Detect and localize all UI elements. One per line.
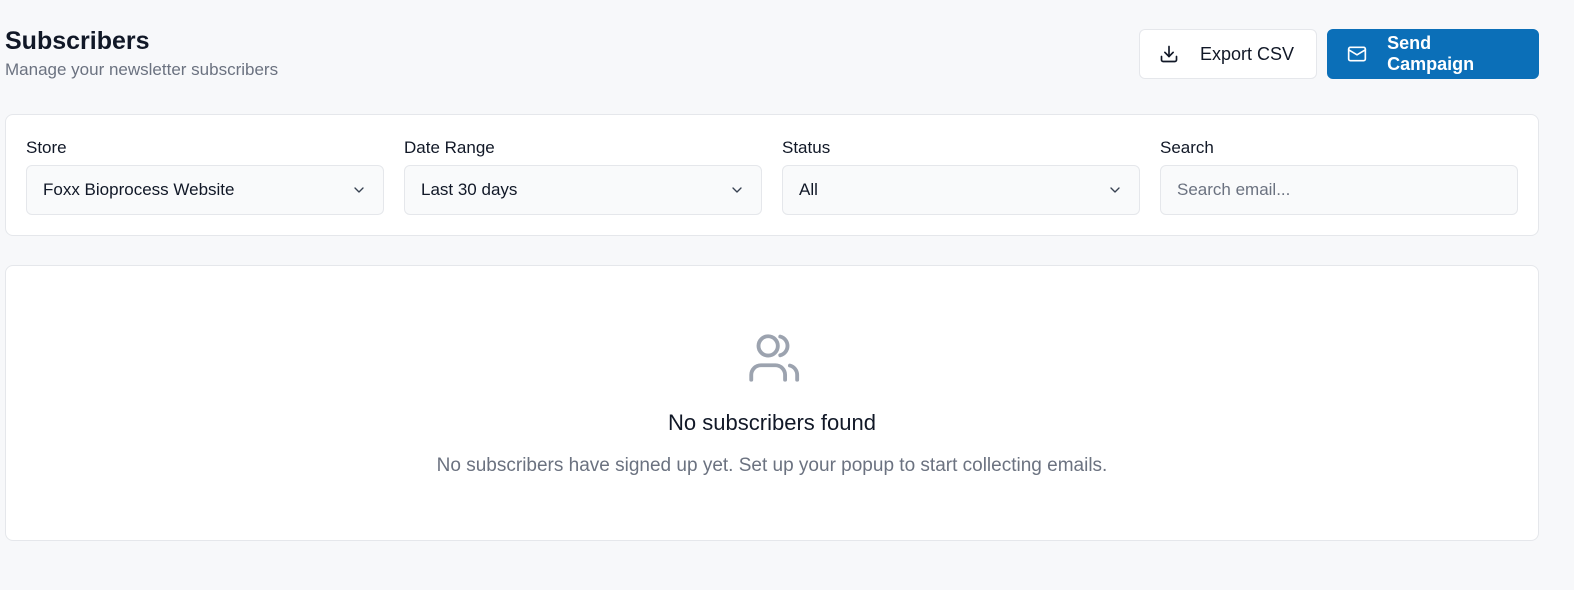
- date-range-label: Date Range: [404, 138, 495, 157]
- search-field: [1160, 165, 1518, 215]
- mail-icon: [1346, 43, 1367, 65]
- empty-state-card: No subscribers found No subscribers have…: [5, 265, 1539, 541]
- date-range-filter: Date Range Last 30 days: [404, 137, 762, 215]
- store-label: Store: [26, 138, 67, 157]
- chevron-down-icon: [1110, 187, 1120, 193]
- export-csv-label: Export CSV: [1200, 43, 1295, 64]
- subscribers-page: Subscribers Manage your newsletter subsc…: [0, 0, 1574, 590]
- users-icon: [749, 334, 800, 382]
- store-value: Foxx Bioprocess Website: [43, 180, 235, 199]
- date-range-value: Last 30 days: [421, 180, 518, 199]
- page-subtitle: Manage your newsletter subscribers: [5, 60, 279, 79]
- chevron-down-icon: [732, 187, 742, 193]
- send-campaign-label: Send Campaign: [1387, 33, 1475, 74]
- page-title: Subscribers: [5, 27, 150, 55]
- date-range-select[interactable]: Last 30 days: [404, 165, 762, 215]
- search-label: Search: [1160, 138, 1214, 157]
- search-input[interactable]: [1177, 180, 1501, 200]
- export-csv-button[interactable]: Export CSV: [1139, 29, 1317, 79]
- store-select[interactable]: Foxx Bioprocess Website: [26, 165, 384, 215]
- filter-card: Store Foxx Bioprocess Website Date Range…: [5, 114, 1539, 236]
- header-actions: Export CSV Send Campaign: [1139, 29, 1539, 79]
- search-filter: Search: [1160, 137, 1518, 215]
- send-campaign-button[interactable]: Send Campaign: [1327, 29, 1539, 79]
- empty-state-description: No subscribers have signed up yet. Set u…: [436, 455, 1108, 476]
- status-label: Status: [782, 138, 831, 157]
- download-icon: [1158, 43, 1180, 65]
- chevron-down-icon: [354, 187, 364, 193]
- status-filter: Status All: [782, 137, 1140, 215]
- status-value: All: [799, 180, 818, 199]
- page-header: Subscribers Manage your newsletter subsc…: [5, 26, 278, 81]
- status-select[interactable]: All: [782, 165, 1140, 215]
- store-filter: Store Foxx Bioprocess Website: [26, 137, 384, 215]
- empty-state-title: No subscribers found: [668, 410, 876, 435]
